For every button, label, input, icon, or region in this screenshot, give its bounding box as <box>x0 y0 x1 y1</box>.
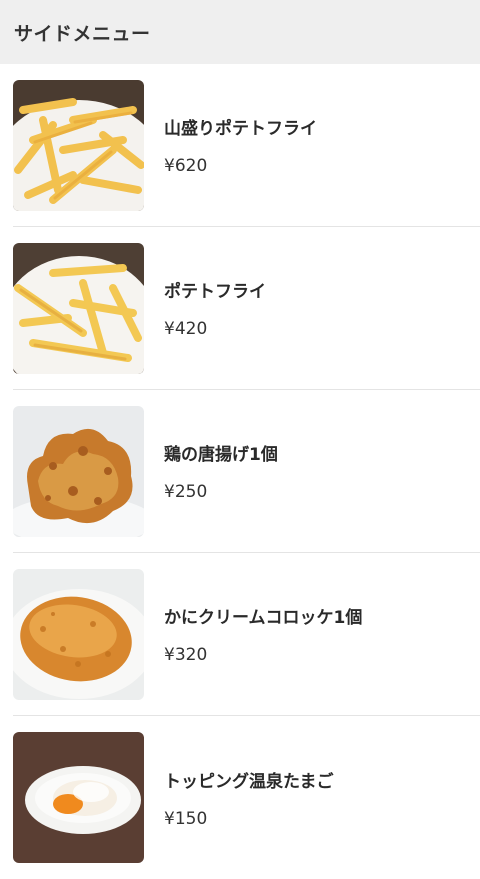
fries-image <box>13 242 144 374</box>
menu-item-karaage[interactable]: 鶏の唐揚げ1個 ¥250 <box>13 390 480 553</box>
menu-item-large-fries[interactable]: 山盛りポテトフライ ¥620 <box>13 64 480 227</box>
large-fries-image <box>13 79 144 211</box>
menu-item-onsen-egg[interactable]: トッピング温泉たまご ¥150 <box>13 716 480 879</box>
item-name: ポテトフライ <box>164 282 266 302</box>
page-header: サイドメニュー <box>0 0 480 64</box>
croquette-image <box>13 568 144 700</box>
item-name: 山盛りポテトフライ <box>164 119 317 139</box>
page-title: サイドメニュー <box>14 22 151 45</box>
item-price: ¥420 <box>164 319 208 339</box>
item-name: 鶏の唐揚げ1個 <box>164 445 278 465</box>
karaage-image <box>13 405 144 537</box>
item-price: ¥320 <box>164 645 208 665</box>
menu-item-croquette[interactable]: かにクリームコロッケ1個 ¥320 <box>13 553 480 716</box>
onsen-egg-image <box>13 732 144 863</box>
item-price: ¥620 <box>164 156 208 176</box>
menu-item-fries[interactable]: ポテトフライ ¥420 <box>13 227 480 390</box>
item-name: トッピング温泉たまご <box>164 771 334 792</box>
item-name: かにクリームコロッケ1個 <box>164 608 363 628</box>
item-price: ¥150 <box>164 808 208 829</box>
item-price: ¥250 <box>164 482 208 502</box>
menu-list: 山盛りポテトフライ ¥620 ポテトフライ ¥420 鶏の唐揚げ1個 ¥250 … <box>0 64 480 879</box>
